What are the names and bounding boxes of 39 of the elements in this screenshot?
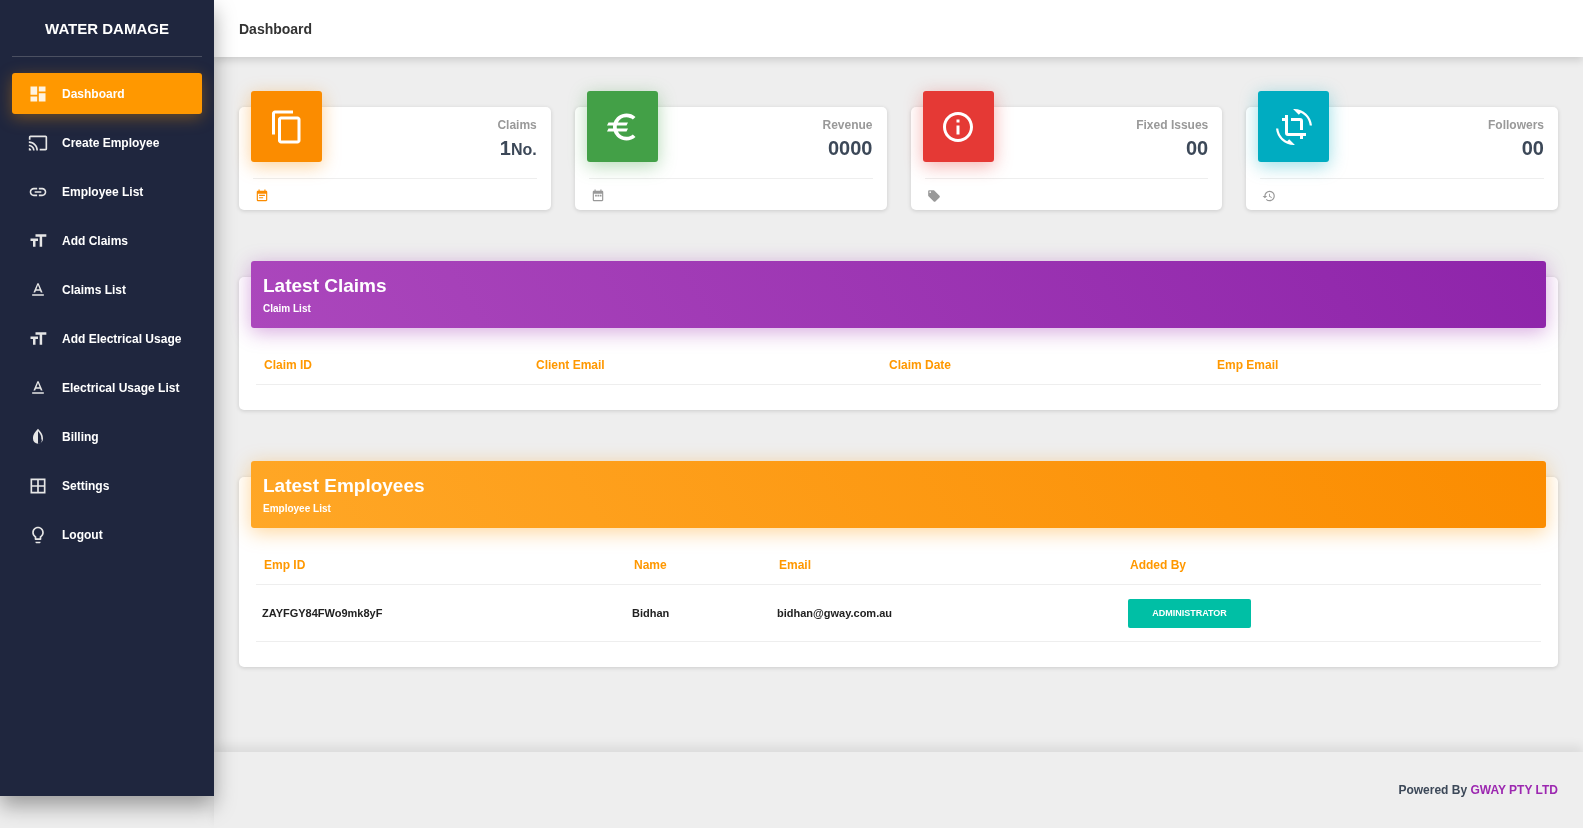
column-header: Emp ID (264, 558, 307, 572)
sidebar-item[interactable]: Logout (12, 514, 202, 555)
stat-value: 00 (1186, 137, 1209, 160)
stat-label: Fixed Issues (1136, 118, 1209, 132)
table-cell-text: ZAYFGY84FWo9mk8yF (262, 607, 384, 619)
sidebar-item[interactable]: Add Electrical Usage (12, 318, 202, 359)
sidebar-item[interactable]: Settings (12, 465, 202, 506)
stat-label: Claims (497, 118, 537, 132)
column-header: Added By (1130, 558, 1187, 572)
sidebar-item[interactable]: Create Employee (12, 122, 202, 163)
sidebar-item[interactable]: Add Claims (12, 220, 202, 261)
table-cell-text: bidhan@gway.com.au (777, 607, 894, 619)
column-header: Claim Date (889, 358, 953, 372)
stat-label: Revenue (822, 118, 873, 132)
sidebar-item[interactable]: Employee List (12, 171, 202, 212)
table-cell-text: Bidhan (632, 607, 671, 619)
footer-text: Powered By GWAY PTY LTD (1398, 783, 1558, 797)
column-header: Client Email (536, 358, 606, 372)
column-header: Email (779, 558, 812, 572)
card-subtitle: Claim List (263, 303, 312, 314)
event-icon (255, 189, 269, 203)
sidebar-item[interactable]: Electrical Usage List (12, 367, 202, 408)
card-title: Latest Employees (263, 475, 426, 497)
stat-label: Followers (1488, 118, 1544, 132)
stat-value: 00 (1521, 137, 1544, 160)
stat-value: 0000 (828, 137, 873, 160)
tag-icon (926, 189, 941, 203)
column-header: Claim ID (264, 358, 313, 372)
brand-title: WATER DAMAGE (44, 19, 170, 39)
calendar-icon (590, 189, 605, 203)
column-header: Name (634, 558, 668, 572)
card-subtitle: Employee List (263, 503, 332, 514)
sidebar-item[interactable]: Claims List (12, 269, 202, 310)
column-header: Emp Email (1217, 358, 1280, 372)
history-icon (1262, 189, 1277, 203)
card-title: Latest Claims (263, 275, 388, 297)
stat-value: 1No. (499, 137, 537, 160)
page-title: Dashboard (239, 20, 313, 37)
sidebar-item[interactable]: Billing (12, 416, 202, 457)
